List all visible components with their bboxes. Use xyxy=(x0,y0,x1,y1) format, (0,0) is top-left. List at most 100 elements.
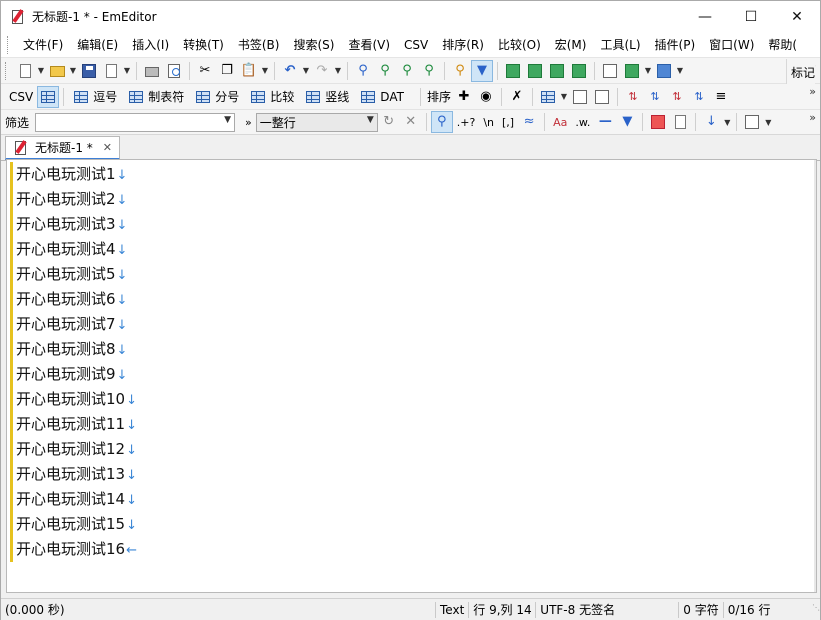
compass-button[interactable]: ◉ xyxy=(475,86,497,108)
editor-line[interactable]: 开心电玩测试9↓ xyxy=(10,362,127,387)
filter-bar-overflow-chevron[interactable]: » xyxy=(809,111,816,124)
editor-line[interactable]: 开心电玩测试13↓ xyxy=(10,462,137,487)
editor-line[interactable]: 开心电玩测试11↓ xyxy=(10,412,137,437)
editor-line[interactable]: 开心电玩测试4↓ xyxy=(10,237,127,262)
new-file-button[interactable] xyxy=(14,60,36,82)
bracket-toggle[interactable]: [,] xyxy=(498,116,518,129)
paste-button[interactable]: 📋 xyxy=(238,60,260,82)
find-in-files-button[interactable]: ⚲ xyxy=(449,60,471,82)
clipboard-button[interactable] xyxy=(621,60,643,82)
match-case-toggle[interactable]: Aa xyxy=(549,116,571,129)
spell-check-button[interactable] xyxy=(599,60,621,82)
filter-refresh-button[interactable]: ↻ xyxy=(378,111,400,133)
tools-button[interactable]: ✗ xyxy=(506,86,528,108)
tab-untitled-1[interactable]: 无标题-1 * ✕ xyxy=(5,136,120,160)
menu-help[interactable]: 帮助( xyxy=(761,34,804,56)
menu-view[interactable]: 查看(V) xyxy=(341,34,397,56)
csv-comma-button[interactable]: 逗号 xyxy=(68,86,123,108)
editor-line[interactable]: 开心电玩测试7↓ xyxy=(10,312,127,337)
copy-button[interactable]: ❐ xyxy=(216,60,238,82)
csv-compare-button[interactable]: 比较 xyxy=(245,86,300,108)
editor-line[interactable]: 开心电玩测试14↓ xyxy=(10,487,137,512)
new-doc-from-filter-button[interactable] xyxy=(669,111,691,133)
text-editor[interactable]: 开心电玩测试1↓ 开心电玩测试2↓ 开心电玩测试3↓ 开心电玩测试4↓ 开心电玩测试5↓… xyxy=(6,159,817,593)
editor-line[interactable]: 开心电玩测试12↓ xyxy=(10,437,137,462)
menu-csv[interactable]: CSV xyxy=(397,34,435,56)
find-previous-button[interactable]: ⚲ xyxy=(396,60,418,82)
save-as-button[interactable] xyxy=(100,60,122,82)
menu-edit[interactable]: 编辑(E) xyxy=(70,34,125,56)
extract-dropdown[interactable]: ▼ xyxy=(722,111,732,133)
csv-tab-button[interactable]: 制表符 xyxy=(123,86,190,108)
close-window-button[interactable]: ✕ xyxy=(774,1,820,32)
editor-line[interactable]: 开心电玩测试3↓ xyxy=(10,212,127,237)
sort-length-button[interactable]: ≡ xyxy=(710,86,732,108)
bookmark-list-button[interactable] xyxy=(647,111,669,133)
regex-toggle[interactable]: .+? xyxy=(453,116,480,129)
menu-insert[interactable]: 插入(I) xyxy=(125,34,176,56)
undo-dropdown[interactable]: ▼ xyxy=(301,60,311,82)
newline-toggle[interactable]: \n xyxy=(479,116,498,129)
editor-line[interactable]: 开心电玩测试15↓ xyxy=(10,512,137,537)
window-sync-button[interactable] xyxy=(568,60,590,82)
csv-pipe-button[interactable]: 竖线 xyxy=(300,86,355,108)
csv-semicolon-button[interactable]: 分号 xyxy=(190,86,245,108)
filter-overflow-chevron[interactable]: » xyxy=(241,116,256,129)
vertical-scroll-edge[interactable] xyxy=(814,160,816,592)
csv-dat-button[interactable]: DAT xyxy=(355,86,410,108)
status-cursor-position[interactable]: 行 9,列 14 xyxy=(469,599,535,620)
menu-tools[interactable]: 工具(L) xyxy=(593,34,647,56)
filter-clear-button[interactable]: ✕ xyxy=(400,111,422,133)
menu-convert[interactable]: 转换(T) xyxy=(176,34,231,56)
macro-button[interactable] xyxy=(653,60,675,82)
marker-label[interactable]: 标记 xyxy=(791,64,815,81)
menu-plugins[interactable]: 插件(P) xyxy=(648,34,703,56)
sort-az-button[interactable]: ⇅ xyxy=(622,86,644,108)
redo-button[interactable]: ↷ xyxy=(311,60,333,82)
filter-toggle-button[interactable]: ▼ xyxy=(471,59,493,82)
open-file-dropdown[interactable]: ▼ xyxy=(68,60,78,82)
chevron-down-icon[interactable]: ▼ xyxy=(367,115,374,125)
whole-word-toggle[interactable]: .w. xyxy=(571,116,594,129)
approx-toggle[interactable]: ≈ xyxy=(518,111,540,133)
add-column-button[interactable]: ✚ xyxy=(453,86,475,108)
editor-line[interactable]: 开心电玩测试8↓ xyxy=(10,337,127,362)
print-preview-button[interactable] xyxy=(163,60,185,82)
editor-line[interactable]: 开心电玩测试5↓ xyxy=(10,262,127,287)
status-encoding[interactable]: UTF-8 无签名 xyxy=(536,599,678,620)
filter-window-dropdown[interactable]: ▼ xyxy=(763,111,773,133)
menu-macro[interactable]: 宏(M) xyxy=(548,34,594,56)
cut-button[interactable]: ✂ xyxy=(194,60,216,82)
extract-button[interactable]: ↓ xyxy=(700,111,722,133)
maximize-button[interactable]: ☐ xyxy=(728,1,774,32)
filter-mode-select[interactable]: 一整行 ▼ xyxy=(255,112,378,132)
resize-grip-icon[interactable]: ⋱ xyxy=(806,603,820,617)
menu-grip[interactable] xyxy=(7,35,10,54)
csv-normal-mode-button[interactable] xyxy=(37,85,60,108)
emeditor-app-icon[interactable] xyxy=(10,8,26,25)
paste-dropdown[interactable]: ▼ xyxy=(260,60,270,82)
menu-file[interactable]: 文件(F) xyxy=(16,34,70,56)
csv-toolbar-overflow-chevron[interactable]: » xyxy=(809,85,816,98)
save-dropdown[interactable]: ▼ xyxy=(122,60,132,82)
close-tab-icon[interactable]: ✕ xyxy=(103,141,112,154)
filter-input[interactable]: ▼ xyxy=(35,112,236,132)
sort-numeric-desc-button[interactable]: ⇅ xyxy=(688,86,710,108)
chevron-down-icon[interactable]: ▼ xyxy=(224,115,231,125)
undo-button[interactable]: ↶ xyxy=(279,60,301,82)
menu-search[interactable]: 搜索(S) xyxy=(286,34,341,56)
menu-compare[interactable]: 比较(O) xyxy=(491,34,548,56)
split-csv-button[interactable] xyxy=(591,86,613,108)
editor-line[interactable]: 开心电玩测试1↓ xyxy=(10,162,127,187)
join-csv-button[interactable] xyxy=(569,86,591,108)
sort-za-button[interactable]: ⇅ xyxy=(644,86,666,108)
toolbar-grip[interactable] xyxy=(5,61,8,80)
minimize-button[interactable]: — xyxy=(682,1,728,32)
macro-dropdown[interactable]: ▼ xyxy=(675,60,685,82)
editor-line[interactable]: 开心电玩测试16← xyxy=(10,537,137,562)
sort-numeric-asc-button[interactable]: ⇅ xyxy=(666,86,688,108)
print-button[interactable] xyxy=(141,60,163,82)
window-split-button[interactable] xyxy=(502,60,524,82)
columns-dropdown[interactable]: ▼ xyxy=(559,86,569,108)
menu-window[interactable]: 窗口(W) xyxy=(702,34,761,56)
